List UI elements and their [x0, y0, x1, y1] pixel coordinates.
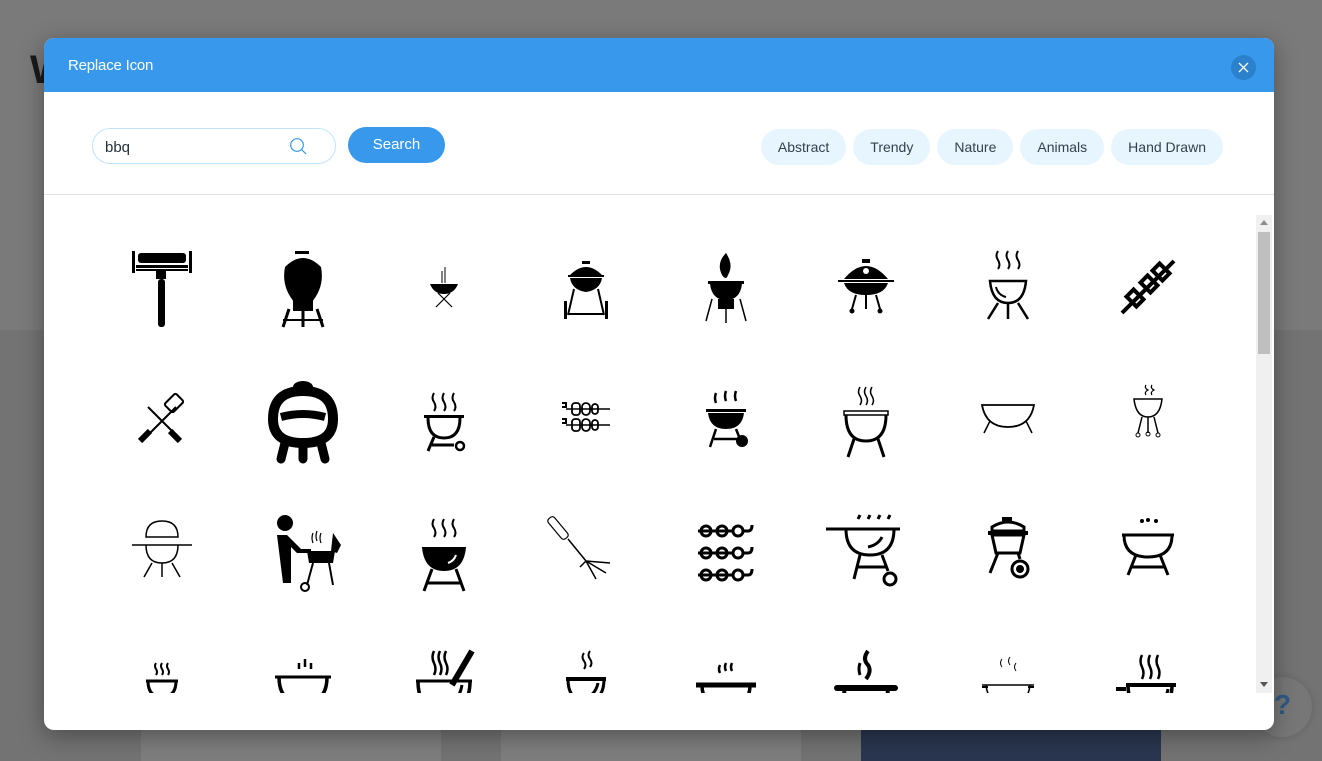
- icon-result[interactable]: [1088, 497, 1208, 607]
- chip-animals[interactable]: Animals: [1020, 129, 1105, 165]
- pot-handles-icon: [696, 662, 756, 693]
- icon-grid: [88, 215, 1228, 693]
- hand-drawn-pot-icon: [275, 659, 331, 693]
- rotisserie-grill-icon: [132, 251, 192, 327]
- icon-result[interactable]: [666, 631, 786, 693]
- icon-result[interactable]: [526, 229, 646, 339]
- scroll-thumb[interactable]: [1258, 232, 1270, 354]
- kettle-grill-icon: [281, 251, 325, 328]
- icon-result[interactable]: [102, 363, 222, 473]
- icon-result[interactable]: [666, 229, 786, 339]
- replace-icon-dialog: Replace Icon Search Abstract Trendy Natu…: [44, 38, 1274, 730]
- sketch-grill-wheel-icon: [988, 517, 1030, 579]
- icon-result[interactable]: [243, 363, 363, 473]
- thin-pot-icon: [982, 656, 1034, 693]
- icon-result[interactable]: [526, 363, 646, 473]
- flaming-grill-icon: [705, 253, 747, 323]
- icon-result[interactable]: [948, 497, 1068, 607]
- search-icon[interactable]: [289, 137, 309, 157]
- covered-grill-icon: [838, 259, 894, 314]
- three-skewers-icon: [698, 524, 754, 582]
- scroll-down-arrow-icon[interactable]: [1260, 682, 1268, 687]
- icon-result[interactable]: [102, 497, 222, 607]
- icon-result[interactable]: [102, 631, 222, 693]
- icon-result[interactable]: [806, 497, 926, 607]
- dialog-header: Replace Icon: [44, 38, 1274, 92]
- icon-result[interactable]: [384, 631, 504, 693]
- icon-result[interactable]: [948, 229, 1068, 339]
- close-button[interactable]: [1231, 55, 1256, 80]
- icon-result[interactable]: [384, 497, 504, 607]
- dialog-title: Replace Icon: [68, 57, 154, 74]
- icon-result[interactable]: [102, 229, 222, 339]
- chip-hand-drawn[interactable]: Hand Drawn: [1111, 129, 1223, 165]
- pan-steam-icon: [834, 649, 898, 693]
- icon-result[interactable]: [1088, 363, 1208, 473]
- search-button[interactable]: Search: [348, 127, 445, 163]
- double-line-grill-icon: [843, 386, 889, 458]
- egg-smoker-icon: [267, 381, 339, 464]
- double-skewers-icon: [562, 402, 610, 432]
- icon-results: [44, 195, 1274, 730]
- close-icon: [1238, 62, 1249, 73]
- search-field[interactable]: [92, 128, 336, 164]
- steaming-grill-outline-icon: [986, 250, 1030, 320]
- icon-result[interactable]: [666, 363, 786, 473]
- bowl-grill-icon: [980, 404, 1036, 434]
- grill-steam-wheel-icon: [424, 392, 466, 452]
- icon-result[interactable]: [243, 497, 363, 607]
- chip-abstract[interactable]: Abstract: [760, 129, 847, 165]
- dome-grill-outline-icon: [132, 520, 192, 578]
- pot-handle-steam-icon: [1116, 654, 1176, 693]
- icon-result[interactable]: [806, 229, 926, 339]
- steam-grill-wheel-outline-icon: [826, 514, 900, 587]
- icon-result[interactable]: [948, 631, 1068, 693]
- sketch-grill-icon: [1122, 518, 1174, 576]
- icon-result[interactable]: [384, 363, 504, 473]
- steaming-pot-stand-icon: [566, 650, 606, 693]
- icon-result[interactable]: [806, 363, 926, 473]
- icon-result[interactable]: [948, 363, 1068, 473]
- person-grilling-icon: [277, 515, 341, 592]
- kebab-skewer-icon: [1120, 259, 1176, 315]
- icon-result[interactable]: [1088, 229, 1208, 339]
- small-steam-grill-icon: [146, 662, 178, 693]
- icon-result[interactable]: [666, 497, 786, 607]
- kettle-grill-wheels-icon: [564, 261, 608, 319]
- thin-grill-legs-icon: [1133, 384, 1163, 438]
- black-grill-steam-wheel-icon: [706, 390, 748, 448]
- icon-result[interactable]: [243, 631, 363, 693]
- icon-result[interactable]: [243, 229, 363, 339]
- help-icon: ?: [1274, 689, 1292, 720]
- icon-result[interactable]: [1088, 631, 1208, 693]
- icon-result[interactable]: [806, 631, 926, 693]
- search-toolbar: Search Abstract Trendy Nature Animals Ha…: [44, 92, 1274, 195]
- small-brazier-icon: [430, 267, 458, 308]
- fork-spatula-crossed-icon: [137, 392, 185, 444]
- icon-result[interactable]: [526, 497, 646, 607]
- bowl-spoon-steam-icon: [416, 649, 475, 693]
- icon-result[interactable]: [526, 631, 646, 693]
- chip-nature[interactable]: Nature: [937, 129, 1014, 165]
- scroll-up-arrow-icon[interactable]: [1260, 220, 1268, 225]
- category-chips: Abstract Trendy Nature Animals Hand Draw…: [760, 129, 1223, 165]
- scrollbar[interactable]: [1256, 215, 1272, 693]
- icon-result[interactable]: [384, 229, 504, 339]
- solid-bowl-grill-icon: [422, 518, 466, 592]
- search-input[interactable]: [105, 137, 285, 157]
- carving-fork-icon: [547, 516, 611, 580]
- chip-trendy[interactable]: Trendy: [853, 129, 931, 165]
